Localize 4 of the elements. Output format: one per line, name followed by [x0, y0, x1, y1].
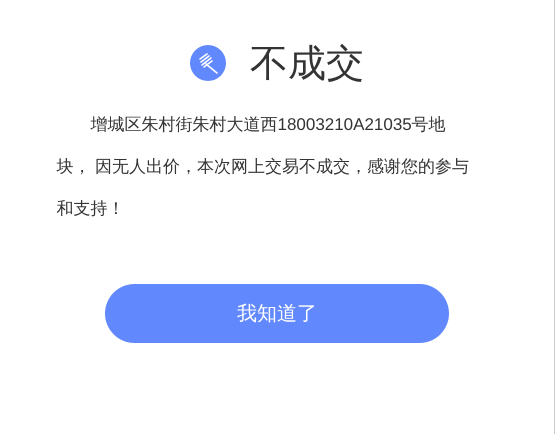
result-title: 不成交 — [250, 40, 364, 86]
message-text: 增城区朱村街朱村大道西18003210A21035号地块， 因无人出价，本次网上交易不成交，感谢您的参与和支持！ — [56, 114, 470, 220]
acknowledge-button[interactable]: 我知道了 — [105, 284, 449, 343]
gavel-icon — [190, 45, 226, 81]
